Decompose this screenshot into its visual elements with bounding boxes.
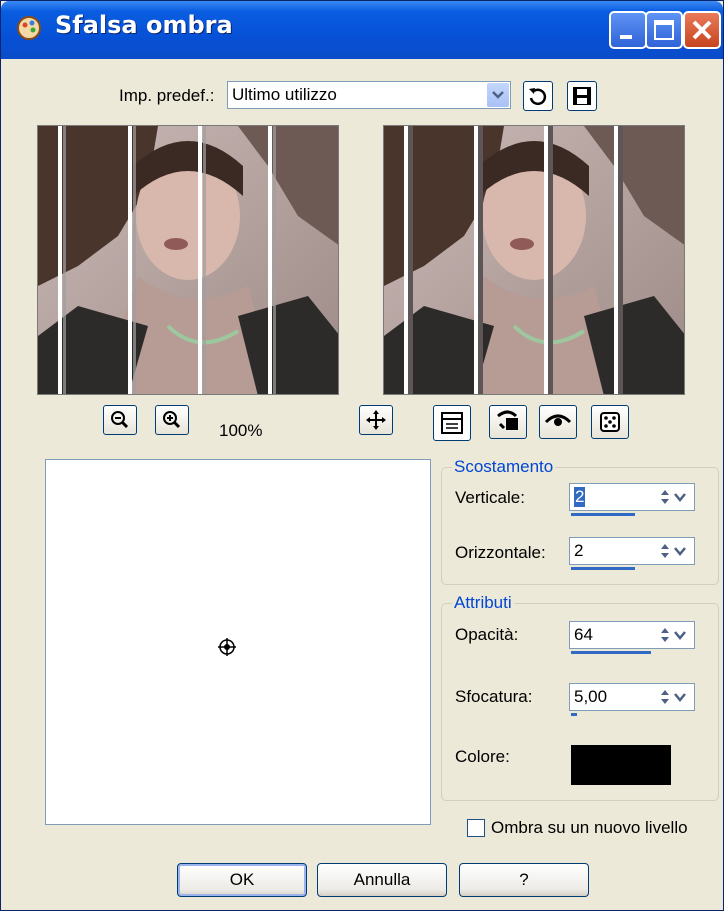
vertical-spinbox[interactable]: 2 xyxy=(569,483,695,511)
maximize-icon xyxy=(654,20,674,40)
close-icon xyxy=(692,20,712,40)
chevron-down-icon[interactable] xyxy=(487,83,509,107)
maximize-button[interactable] xyxy=(645,11,683,49)
auto-proof-button[interactable] xyxy=(539,405,577,439)
minimize-icon xyxy=(620,35,632,39)
vertical-value[interactable]: 2 xyxy=(574,487,586,507)
blur-value[interactable]: 5,00 xyxy=(574,687,607,707)
vertical-label: Verticale: xyxy=(455,488,525,507)
save-preset-button[interactable] xyxy=(567,81,597,111)
reset-icon xyxy=(529,88,547,106)
blur-label: Sfocatura: xyxy=(455,687,533,706)
original-preview-image xyxy=(38,126,338,394)
cancel-button[interactable]: Annulla xyxy=(317,863,447,897)
zoom-level: 100% xyxy=(219,421,263,440)
opacity-spinbox[interactable]: 64 xyxy=(569,621,695,649)
minimize-button[interactable] xyxy=(609,11,647,49)
save-icon xyxy=(573,87,591,105)
pan-button[interactable] xyxy=(359,405,393,435)
zoom-out-button[interactable] xyxy=(103,405,137,435)
close-button[interactable] xyxy=(683,11,721,49)
new-layer-checkbox[interactable] xyxy=(467,819,485,837)
horizontal-spinbox[interactable]: 2 xyxy=(569,537,695,565)
horizontal-value[interactable]: 2 xyxy=(574,541,583,561)
opacity-value[interactable]: 64 xyxy=(574,625,593,645)
offset-group-title: Scostamento xyxy=(452,457,556,477)
spin-arrows-icon[interactable] xyxy=(658,625,692,645)
help-button[interactable]: ? xyxy=(459,863,589,897)
shadow-direction-canvas[interactable] xyxy=(45,459,431,825)
spin-arrows-icon[interactable] xyxy=(658,487,692,507)
preset-combobox[interactable]: Ultimo utilizzo xyxy=(227,81,511,109)
spin-arrows-icon[interactable] xyxy=(658,687,692,707)
zoom-in-button[interactable] xyxy=(155,405,189,435)
preset-randomize-icon xyxy=(497,410,518,430)
opacity-label: Opacità: xyxy=(455,625,519,644)
randomize-button[interactable] xyxy=(591,405,629,439)
pan-icon xyxy=(366,410,386,430)
blur-spinbox[interactable]: 5,00 xyxy=(569,683,695,711)
new-layer-label[interactable]: Ombra su un nuovo livello xyxy=(491,818,688,838)
zoom-out-icon xyxy=(111,411,129,429)
vertical-slider[interactable] xyxy=(571,513,635,516)
preset-value: Ultimo utilizzo xyxy=(232,85,337,104)
result-preview-image xyxy=(384,126,684,394)
preset-label: Imp. predef.: xyxy=(119,86,215,105)
color-label: Colore: xyxy=(455,747,510,766)
attributes-group-title: Attributi xyxy=(452,593,514,613)
horizontal-label: Orizzontale: xyxy=(455,543,546,562)
title-bar[interactable]: Sfalsa ombra xyxy=(1,1,723,59)
proof-toggle-button[interactable] xyxy=(433,405,471,441)
reset-button[interactable] xyxy=(523,81,553,111)
eye-icon xyxy=(544,414,572,426)
blur-slider[interactable] xyxy=(571,713,577,716)
dice-icon xyxy=(600,412,620,432)
original-preview[interactable] xyxy=(37,125,339,395)
crosshair-icon[interactable] xyxy=(216,636,238,658)
app-icon xyxy=(17,16,41,40)
ok-button[interactable]: OK xyxy=(177,863,307,897)
shadow-color-swatch[interactable] xyxy=(571,745,671,785)
opacity-slider[interactable] xyxy=(571,651,651,654)
window-title: Sfalsa ombra xyxy=(55,11,233,39)
dialog-window: Sfalsa ombra Imp. predef.: Ultimo utiliz… xyxy=(0,0,724,911)
horizontal-slider[interactable] xyxy=(571,567,635,570)
zoom-in-icon xyxy=(163,411,181,429)
randomize-preset-button[interactable] xyxy=(489,405,527,439)
result-preview[interactable] xyxy=(383,125,685,395)
proof-icon xyxy=(441,412,463,434)
spin-arrows-icon[interactable] xyxy=(658,541,692,561)
